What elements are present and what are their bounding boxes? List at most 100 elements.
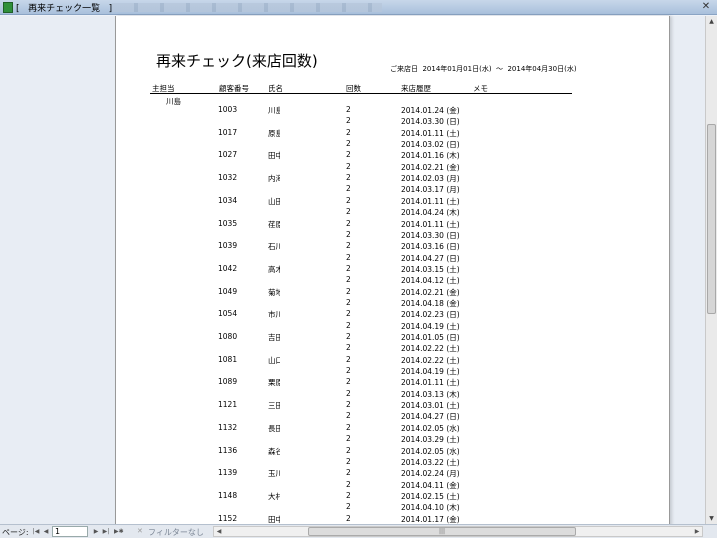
visit-date: 2014.03.30 (日) <box>401 230 460 240</box>
customer-name: 市川 <box>268 310 280 320</box>
visit-count: 2 <box>346 332 351 341</box>
visit-date: 2014.04.19 (土) <box>401 367 460 377</box>
visit-date: 2014.04.12 (土) <box>401 276 460 286</box>
customer-number: 1039 <box>218 241 238 251</box>
customer-number: 1089 <box>218 377 238 387</box>
next-page-icon[interactable]: ▶ <box>92 527 100 537</box>
visit-count: 2 <box>346 275 351 285</box>
customer-number: 1054 <box>218 309 238 319</box>
visit-date: 2014.04.27 (日) <box>401 412 460 422</box>
page-number-input[interactable] <box>52 526 88 537</box>
customer-name: 菊地 <box>268 287 280 297</box>
visit-count: 2 <box>346 490 351 500</box>
visit-count: 2 <box>346 105 351 114</box>
visit-date: 2014.01.17 (金) <box>401 514 460 524</box>
visit-date: 2014.03.29 (土) <box>401 435 460 445</box>
window-title: [ 再来チェック一覧 ] <box>16 4 113 14</box>
visit-date: 2014.02.05 (水) <box>401 446 460 456</box>
visit-date: 2014.04.24 (木) <box>401 208 460 218</box>
customer-name: 三田 <box>268 401 280 411</box>
close-icon[interactable]: ✕ <box>699 1 713 13</box>
visit-date: 2014.03.15 (土) <box>401 264 460 274</box>
visit-date: 2014.02.15 (土) <box>401 491 460 501</box>
period-from: 2014年01月01日(水) <box>422 65 492 73</box>
vertical-scrollbar[interactable]: ▲ ▼ <box>705 16 717 524</box>
visit-count: 2 <box>346 207 351 217</box>
visit-count: 2 <box>346 343 351 353</box>
visit-date: 2014.04.19 (土) <box>401 321 460 331</box>
visit-count: 2 <box>346 388 351 398</box>
visit-date: 2014.02.24 (月) <box>401 469 460 479</box>
visit-date: 2014.03.02 (日) <box>401 140 460 150</box>
customer-name: 高木 <box>268 264 280 274</box>
visit-date: 2014.02.23 (日) <box>401 310 460 320</box>
customer-name: 内海 <box>268 174 280 184</box>
scroll-left-icon[interactable]: ◀ <box>214 527 224 536</box>
customer-name: 田中 <box>268 151 280 161</box>
visit-count: 2 <box>346 400 351 410</box>
customer-name: 山口 <box>268 355 280 365</box>
period-label: ご来店日 <box>390 65 418 73</box>
visit-count: 2 <box>346 116 351 126</box>
visit-date: 2014.04.18 (金) <box>401 298 460 308</box>
customer-number: 1017 <box>218 127 238 137</box>
customer-number: 1049 <box>218 286 238 296</box>
customer-name: 長田 <box>268 423 280 433</box>
visit-date: 2014.04.10 (木) <box>401 503 460 513</box>
visit-period: ご来店日 2014年01月01日(水) 〜 2014年04月30日(水) <box>390 64 577 74</box>
vertical-scroll-thumb[interactable] <box>707 124 716 314</box>
customer-name: 山田 <box>268 196 280 206</box>
customer-number: 1121 <box>218 400 238 410</box>
customer-name: 田中 <box>268 514 280 524</box>
visit-count: 2 <box>346 309 351 319</box>
customer-name: 吉田 <box>268 333 280 342</box>
visit-count: 2 <box>346 139 351 149</box>
visit-count: 2 <box>346 161 351 171</box>
last-page-icon[interactable]: ▶| <box>102 527 110 537</box>
customer-number: 1148 <box>218 490 238 500</box>
previous-page-icon[interactable]: ◀ <box>42 527 50 537</box>
horizontal-scrollbar[interactable]: ◀ ||| ▶ <box>213 526 703 537</box>
customer-number: 1139 <box>218 468 238 478</box>
visit-count: 2 <box>346 218 351 228</box>
visit-count: 2 <box>346 252 351 262</box>
first-page-icon[interactable]: |◀ <box>32 527 40 537</box>
visit-count: 2 <box>346 434 351 444</box>
horizontal-scroll-thumb[interactable]: ||| <box>308 527 576 536</box>
visit-count: 2 <box>346 127 351 137</box>
visit-count: 2 <box>346 286 351 296</box>
visit-date: 2014.03.30 (日) <box>401 117 460 127</box>
visit-count: 2 <box>346 422 351 432</box>
visit-count: 2 <box>346 173 351 183</box>
customer-name: 石川 <box>268 242 280 252</box>
customer-name: 原島 <box>268 128 280 138</box>
record-navigation-bar: ページ: |◀ ◀ ▶ ▶| ▶✱ ✕ フィルターなし ◀ ||| ▶ <box>0 524 717 538</box>
visit-date: 2014.02.22 (土) <box>401 355 460 365</box>
visit-date: 2014.03.17 (月) <box>401 185 460 195</box>
customer-number: 1042 <box>218 263 238 273</box>
customer-name: 森谷 <box>268 446 280 456</box>
report-viewport: 再来チェック(来店回数) ご来店日 2014年01月01日(水) 〜 2014年… <box>0 16 705 526</box>
visit-date: 2014.01.11 (土) <box>401 378 460 388</box>
new-record-icon[interactable]: ▶✱ <box>114 527 124 537</box>
scroll-up-icon[interactable]: ▲ <box>706 16 717 27</box>
customer-name: 荏原 <box>268 219 280 229</box>
header-divider <box>150 93 572 94</box>
visit-date: 2014.02.05 (水) <box>401 423 460 433</box>
customer-number: 1035 <box>218 218 238 228</box>
customer-number: 1027 <box>218 150 238 160</box>
visit-date: 2014.01.11 (土) <box>401 219 460 229</box>
customer-number: 1003 <box>218 105 238 114</box>
visit-count: 2 <box>346 366 351 376</box>
customer-name: 川島 <box>268 106 280 115</box>
visit-count: 2 <box>346 377 351 387</box>
visit-count: 2 <box>346 445 351 455</box>
report-page: 再来チェック(来店回数) ご来店日 2014年01月01日(水) 〜 2014年… <box>115 16 670 526</box>
scroll-right-icon[interactable]: ▶ <box>692 527 702 536</box>
filter-status[interactable]: フィルターなし <box>148 527 204 538</box>
visit-date: 2014.02.03 (月) <box>401 174 460 184</box>
visit-count: 2 <box>346 468 351 478</box>
scroll-down-icon[interactable]: ▼ <box>706 513 717 524</box>
visit-date: 2014.03.13 (木) <box>401 389 460 399</box>
title-bar: [ 再来チェック一覧 ] ✕ <box>0 0 717 15</box>
